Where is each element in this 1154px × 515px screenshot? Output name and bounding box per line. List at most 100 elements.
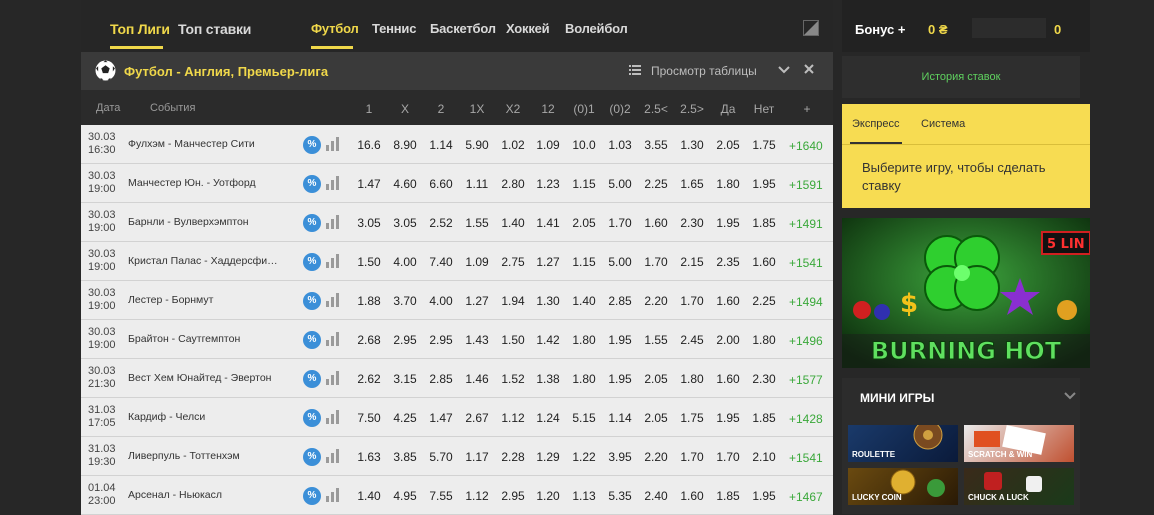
tab-hockey[interactable]: Хоккей <box>506 21 550 36</box>
odd-value[interactable]: 1.22 <box>566 450 602 464</box>
odd-value[interactable]: 1.95 <box>602 333 638 347</box>
odd-value[interactable]: 1.88 <box>351 294 387 308</box>
odd-value[interactable]: 1.30 <box>530 294 566 308</box>
odd-value[interactable]: 1.70 <box>638 255 674 269</box>
odd-value[interactable]: 3.05 <box>351 216 387 230</box>
chevron-down-icon[interactable] <box>778 64 790 76</box>
odd-value[interactable]: 1.15 <box>566 177 602 191</box>
odd-value[interactable]: 1.70 <box>710 450 746 464</box>
more-markets-link[interactable]: +1467 <box>789 490 823 504</box>
odd-value[interactable]: 1.80 <box>674 372 710 386</box>
more-markets-link[interactable]: +1491 <box>789 217 823 231</box>
odd-value[interactable]: 1.85 <box>746 216 782 230</box>
odd-value[interactable]: 3.85 <box>387 450 423 464</box>
odd-value[interactable]: 2.05 <box>710 138 746 152</box>
odd-value[interactable]: 4.25 <box>387 411 423 425</box>
odd-value[interactable]: 4.60 <box>387 177 423 191</box>
match-name[interactable]: Манчестер Юн. - Уотфорд <box>128 177 283 189</box>
tab-system[interactable]: Система <box>921 118 965 130</box>
odd-value[interactable]: 1.60 <box>746 255 782 269</box>
odd-value[interactable]: 1.60 <box>710 294 746 308</box>
odd-value[interactable]: 1.12 <box>459 489 495 503</box>
tab-volleyball[interactable]: Волейбол <box>565 21 628 36</box>
odd-value[interactable]: 2.85 <box>602 294 638 308</box>
odd-value[interactable]: 7.50 <box>351 411 387 425</box>
match-name[interactable]: Фулхэм - Манчестер Сити <box>128 138 283 150</box>
odd-value[interactable]: 2.80 <box>495 177 531 191</box>
odd-value[interactable]: 6.60 <box>423 177 459 191</box>
odd-value[interactable]: 1.55 <box>459 216 495 230</box>
odd-value[interactable]: 1.13 <box>566 489 602 503</box>
burning-hot-banner[interactable]: $ 5 LIN BURNING HOT <box>842 218 1090 368</box>
odd-value[interactable]: 1.52 <box>495 372 531 386</box>
odd-value[interactable]: 1.02 <box>495 138 531 152</box>
odd-value[interactable]: 2.62 <box>351 372 387 386</box>
odd-value[interactable]: 2.45 <box>674 333 710 347</box>
bet-history-button[interactable]: История ставок <box>842 56 1080 98</box>
percent-icon[interactable]: % <box>303 331 321 349</box>
odd-value[interactable]: 2.25 <box>638 177 674 191</box>
odd-value[interactable]: 1.27 <box>459 294 495 308</box>
odd-value[interactable]: 1.03 <box>602 138 638 152</box>
odd-value[interactable]: 1.60 <box>674 489 710 503</box>
odd-value[interactable]: 2.05 <box>566 216 602 230</box>
odd-value[interactable]: 1.95 <box>710 411 746 425</box>
stats-icon[interactable] <box>325 449 341 463</box>
odd-value[interactable]: 1.47 <box>423 411 459 425</box>
tab-top-leagues[interactable]: Топ Лиги <box>110 21 170 37</box>
odd-value[interactable]: 2.67 <box>459 411 495 425</box>
mini-game-roulette[interactable]: ROULETTE <box>848 425 958 462</box>
more-markets-link[interactable]: +1494 <box>789 295 823 309</box>
odd-value[interactable]: 1.38 <box>530 372 566 386</box>
match-name[interactable]: Кардиф - Челси <box>128 411 283 423</box>
odd-value[interactable]: 2.95 <box>495 489 531 503</box>
odd-value[interactable]: 1.95 <box>602 372 638 386</box>
odd-value[interactable]: 2.15 <box>674 255 710 269</box>
odd-value[interactable]: 1.80 <box>566 372 602 386</box>
odd-value[interactable]: 2.28 <box>495 450 531 464</box>
stats-icon[interactable] <box>325 137 341 151</box>
percent-icon[interactable]: % <box>303 253 321 271</box>
odd-value[interactable]: 1.94 <box>495 294 531 308</box>
odd-value[interactable]: 3.05 <box>387 216 423 230</box>
odd-value[interactable]: 1.75 <box>674 411 710 425</box>
odd-value[interactable]: 2.35 <box>710 255 746 269</box>
odd-value[interactable]: 1.12 <box>495 411 531 425</box>
more-markets-link[interactable]: +1428 <box>789 412 823 426</box>
odd-value[interactable]: 1.60 <box>638 216 674 230</box>
odd-value[interactable]: 1.70 <box>602 216 638 230</box>
odd-value[interactable]: 1.50 <box>351 255 387 269</box>
tab-basketball[interactable]: Баскетбол <box>430 21 496 36</box>
odd-value[interactable]: 2.68 <box>351 333 387 347</box>
mini-game-lucky-coin[interactable]: LUCKY COIN <box>848 468 958 505</box>
odd-value[interactable]: 3.55 <box>638 138 674 152</box>
odd-value[interactable]: 1.63 <box>351 450 387 464</box>
match-name[interactable]: Брайтон - Саутгемптон <box>128 333 283 345</box>
odd-value[interactable]: 1.29 <box>530 450 566 464</box>
odd-value[interactable]: 1.95 <box>746 177 782 191</box>
odd-value[interactable]: 1.40 <box>351 489 387 503</box>
odd-value[interactable]: 1.15 <box>566 255 602 269</box>
odd-value[interactable]: 2.00 <box>710 333 746 347</box>
odd-value[interactable]: 2.25 <box>746 294 782 308</box>
stats-icon[interactable] <box>325 410 341 424</box>
percent-icon[interactable]: % <box>303 292 321 310</box>
odd-value[interactable]: 8.90 <box>387 138 423 152</box>
percent-icon[interactable]: % <box>303 136 321 154</box>
odd-value[interactable]: 1.75 <box>746 138 782 152</box>
close-icon[interactable] <box>803 63 815 75</box>
odd-value[interactable]: 2.30 <box>746 372 782 386</box>
odd-value[interactable]: 1.20 <box>530 489 566 503</box>
odd-value[interactable]: 2.40 <box>638 489 674 503</box>
tab-football[interactable]: Футбол <box>311 21 359 36</box>
odd-value[interactable]: 1.24 <box>530 411 566 425</box>
odd-value[interactable]: 2.30 <box>674 216 710 230</box>
odd-value[interactable]: 3.95 <box>602 450 638 464</box>
odd-value[interactable]: 1.65 <box>674 177 710 191</box>
odd-value[interactable]: 2.95 <box>387 333 423 347</box>
odd-value[interactable]: 2.05 <box>638 411 674 425</box>
mini-game-scratch[interactable]: SCRATCH & WIN <box>964 425 1074 462</box>
percent-icon[interactable]: % <box>303 370 321 388</box>
odd-value[interactable]: 10.0 <box>566 138 602 152</box>
percent-icon[interactable]: % <box>303 448 321 466</box>
